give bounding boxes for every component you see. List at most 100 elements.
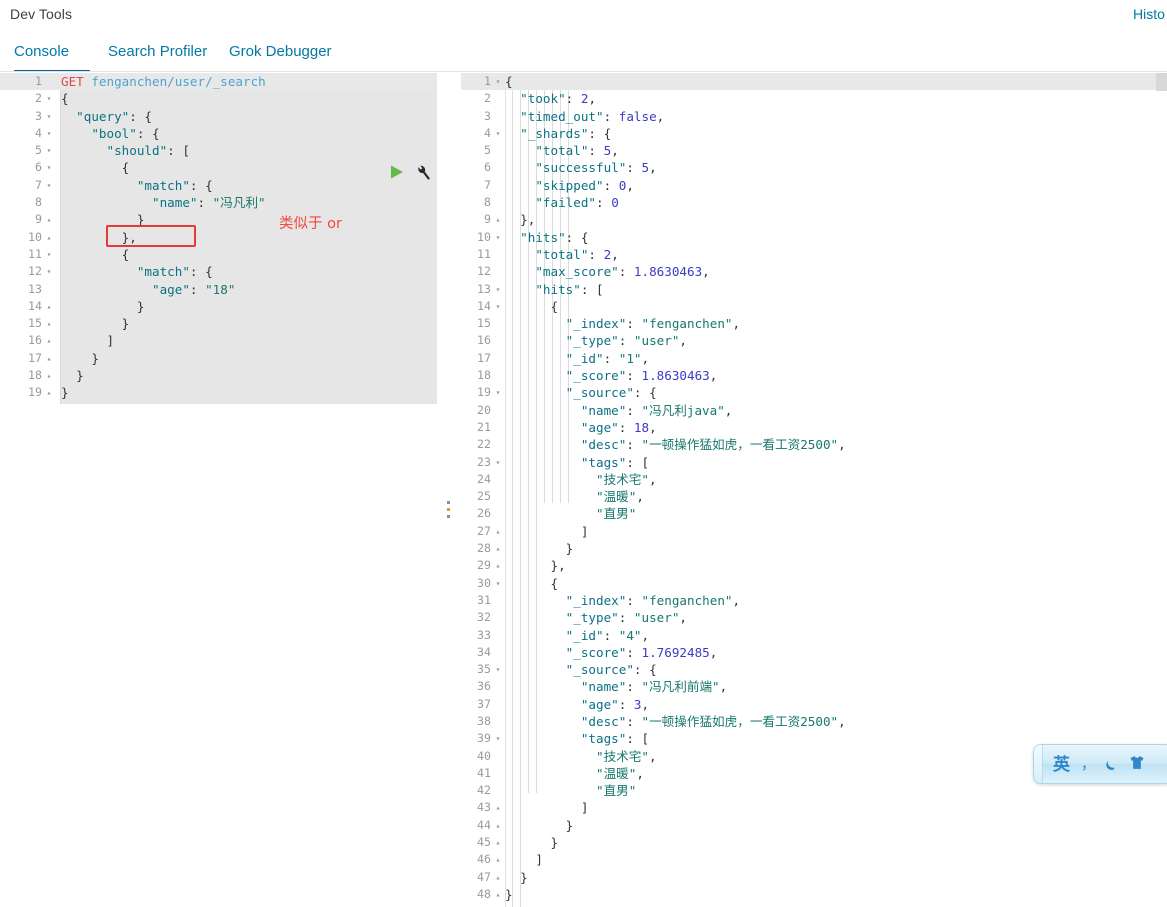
code-line[interactable]: 22 "desc": "一顿操作猛如虎，一看工资2500",	[461, 436, 1167, 453]
ime-drag-grip[interactable]	[1034, 745, 1043, 783]
code-line[interactable]: 2 "took": 2,	[461, 90, 1167, 107]
fold-toggle-icon[interactable]: ▾	[493, 575, 503, 592]
fold-toggle-icon[interactable]: ▾	[493, 73, 503, 90]
fold-toggle-icon[interactable]: ▴	[493, 523, 503, 540]
code-line[interactable]: 1 GET fenganchen/user/_search	[0, 73, 437, 91]
fold-toggle-icon[interactable]: ▾	[44, 263, 54, 280]
fold-toggle-icon[interactable]: ▾	[493, 454, 503, 471]
code-line[interactable]: 3 "timed_out": false,	[461, 108, 1167, 125]
fold-toggle-icon[interactable]: ▾	[493, 281, 503, 298]
fold-toggle-icon[interactable]: ▴	[44, 229, 54, 246]
code-line[interactable]: 19 ▴}	[0, 384, 437, 401]
code-line[interactable]: 31 "_index": "fenganchen",	[461, 592, 1167, 609]
fold-toggle-icon[interactable]: ▾	[493, 384, 503, 401]
code-line[interactable]: 29 ▴ },	[461, 557, 1167, 574]
fold-toggle-icon[interactable]: ▴	[493, 834, 503, 851]
wrench-icon[interactable]	[414, 163, 432, 181]
code-line[interactable]: 36 "name": "冯凡利前端",	[461, 678, 1167, 695]
history-link[interactable]: Histo	[1133, 6, 1167, 22]
tab-grok-debugger[interactable]: Grok Debugger	[229, 31, 347, 72]
code-line[interactable]: 2 ▾ {	[0, 90, 437, 107]
pane-splitter[interactable]	[437, 73, 461, 907]
fold-toggle-icon[interactable]: ▴	[493, 540, 503, 557]
code-line[interactable]: 12 "max_score": 1.8630463,	[461, 263, 1167, 280]
code-line[interactable]: 8 "failed": 0	[461, 194, 1167, 211]
fold-toggle-icon[interactable]: ▾	[493, 661, 503, 678]
code-line[interactable]: 18 "_score": 1.8630463,	[461, 367, 1167, 384]
fold-toggle-icon[interactable]: ▴	[493, 851, 503, 868]
code-line[interactable]: 16 ▴ ]	[0, 332, 437, 349]
fold-toggle-icon[interactable]: ▴	[44, 332, 54, 349]
code-line[interactable]: 43 ▴ ]	[461, 799, 1167, 816]
code-line[interactable]: 23 ▾ "tags": [	[461, 454, 1167, 471]
fold-toggle-icon[interactable]: ▾	[493, 125, 503, 142]
code-line[interactable]: 7 ▾ "match": {	[0, 177, 437, 194]
code-line[interactable]: 5 ▾ "should": [	[0, 142, 437, 159]
code-line[interactable]: 3 ▾ "query": {	[0, 108, 437, 125]
code-line[interactable]: 8 "name": "冯凡利"	[0, 194, 437, 211]
code-line[interactable]: 38 "desc": "一顿操作猛如虎，一看工资2500",	[461, 713, 1167, 730]
request-code-lines[interactable]: 1 GET fenganchen/user/_search 2 ▾{3 ▾ "query…	[0, 73, 437, 402]
code-line[interactable]: 11 "total": 2,	[461, 246, 1167, 263]
code-line[interactable]: 7 "skipped": 0,	[461, 177, 1167, 194]
code-line[interactable]: 14 ▴ }	[0, 298, 437, 315]
code-line[interactable]: 42 "直男"	[461, 782, 1167, 799]
code-line[interactable]: 4 ▾ "bool": {	[0, 125, 437, 142]
fold-toggle-icon[interactable]: ▾	[44, 159, 54, 176]
code-line[interactable]: 25 "温暖",	[461, 488, 1167, 505]
code-line[interactable]: 11 ▾ {	[0, 246, 437, 263]
code-line[interactable]: 16 "_type": "user",	[461, 332, 1167, 349]
response-scrollbar-thumb[interactable]	[1156, 73, 1167, 91]
code-line[interactable]: 5 "total": 5,	[461, 142, 1167, 159]
fold-toggle-icon[interactable]: ▾	[44, 246, 54, 263]
drag-dots-icon[interactable]	[447, 501, 451, 522]
code-line[interactable]: 45 ▴ }	[461, 834, 1167, 851]
fold-toggle-icon[interactable]: ▴	[493, 557, 503, 574]
code-line[interactable]: 32 "_type": "user",	[461, 609, 1167, 626]
fold-toggle-icon[interactable]: ▴	[44, 367, 54, 384]
fold-toggle-icon[interactable]: ▾	[44, 142, 54, 159]
code-line[interactable]: 9 ▴ }	[0, 211, 437, 228]
code-line[interactable]: 1 ▾{	[461, 73, 1167, 91]
fold-toggle-icon[interactable]: ▾	[44, 108, 54, 125]
code-line[interactable]: 33 "_id": "4",	[461, 627, 1167, 644]
code-line[interactable]: 20 "name": "冯凡利java",	[461, 402, 1167, 419]
fold-toggle-icon[interactable]: ▾	[44, 90, 54, 107]
fold-toggle-icon[interactable]: ▾	[44, 177, 54, 194]
fold-toggle-icon[interactable]: ▾	[44, 125, 54, 142]
code-line[interactable]: 6 "successful": 5,	[461, 159, 1167, 176]
fold-toggle-icon[interactable]: ▴	[44, 211, 54, 228]
fold-toggle-icon[interactable]: ▾	[493, 298, 503, 315]
code-line[interactable]: 48 ▴}	[461, 886, 1167, 903]
code-line[interactable]: 17 ▴ }	[0, 350, 437, 367]
fold-toggle-icon[interactable]: ▴	[493, 886, 503, 903]
play-icon[interactable]	[389, 164, 405, 180]
code-line[interactable]: 28 ▴ }	[461, 540, 1167, 557]
code-line[interactable]: 47 ▴ }	[461, 869, 1167, 886]
fold-toggle-icon[interactable]: ▴	[493, 869, 503, 886]
request-pane[interactable]: 1 GET fenganchen/user/_search 2 ▾{3 ▾ "query…	[0, 73, 437, 907]
code-line[interactable]: 10 ▾ "hits": {	[461, 229, 1167, 246]
ime-language-toggle[interactable]: 英	[1053, 754, 1070, 776]
code-line[interactable]: 15 "_index": "fenganchen",	[461, 315, 1167, 332]
fold-toggle-icon[interactable]: ▴	[44, 384, 54, 401]
code-line[interactable]: 14 ▾ {	[461, 298, 1167, 315]
tshirt-icon[interactable]	[1129, 754, 1145, 776]
code-line[interactable]: 21 "age": 18,	[461, 419, 1167, 436]
fold-toggle-icon[interactable]: ▴	[493, 799, 503, 816]
fold-toggle-icon[interactable]: ▴	[493, 211, 503, 228]
ime-toolbar[interactable]: 英 ，	[1033, 744, 1167, 784]
fold-toggle-icon[interactable]: ▴	[44, 350, 54, 367]
fold-toggle-icon[interactable]: ▴	[493, 817, 503, 834]
fold-toggle-icon[interactable]: ▾	[493, 229, 503, 246]
code-line[interactable]: 15 ▴ }	[0, 315, 437, 332]
code-line[interactable]: 46 ▴ ]	[461, 851, 1167, 868]
ime-punctuation-toggle[interactable]: ，	[1081, 754, 1095, 776]
code-line[interactable]: 27 ▴ ]	[461, 523, 1167, 540]
tab-console[interactable]: Console	[14, 31, 90, 72]
code-line[interactable]: 17 "_id": "1",	[461, 350, 1167, 367]
code-line[interactable]: 13 ▾ "hits": [	[461, 281, 1167, 298]
code-line[interactable]: 24 "技术宅",	[461, 471, 1167, 488]
code-line[interactable]: 13 "age": "18"	[0, 281, 437, 298]
code-line[interactable]: 19 ▾ "_source": {	[461, 384, 1167, 401]
